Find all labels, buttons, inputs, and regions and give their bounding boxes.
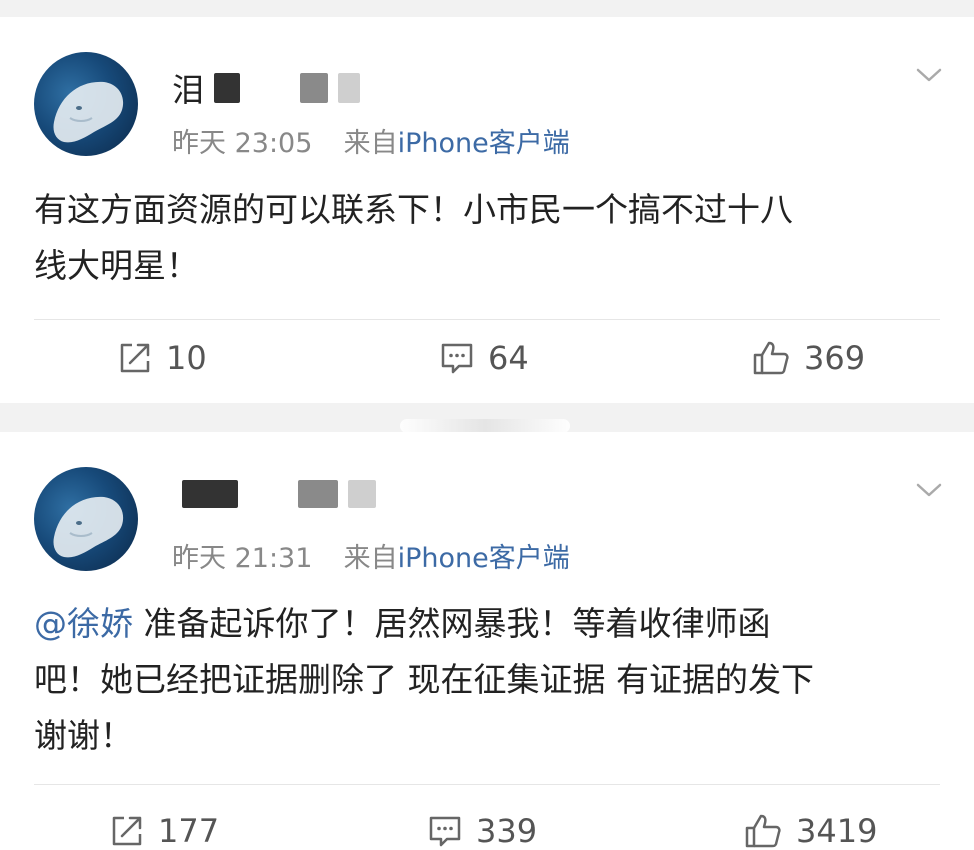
post-content: @徐娇 准备起诉你了！居然网暴我！等着收律师函 吧！她已经把证据删除了 现在征集… xyxy=(34,596,944,764)
comment-button[interactable]: 339 xyxy=(428,812,537,850)
source-prefix: 来自 xyxy=(343,543,398,574)
chevron-down-icon[interactable] xyxy=(916,67,942,83)
redacted-block xyxy=(298,480,338,508)
content-line: 有这方面资源的可以联系下！小市民一个搞不过十八 xyxy=(34,190,793,229)
content-text: 准备起诉你了！居然网暴我！等着收律师函 xyxy=(133,604,771,643)
post-time: 昨天 23:05 xyxy=(172,128,313,159)
content-line: @徐娇 准备起诉你了！居然网暴我！等着收律师函 xyxy=(34,596,944,652)
redacted-block xyxy=(300,73,329,103)
divider xyxy=(34,319,940,320)
avatar[interactable] xyxy=(34,52,138,156)
repost-icon xyxy=(120,343,150,373)
content-line: 吧！她已经把证据删除了 现在征集证据 有证据的发下 xyxy=(34,660,814,699)
beluga-avatar-image xyxy=(53,496,124,558)
redacted-block xyxy=(182,480,238,508)
comment-icon xyxy=(441,343,473,374)
post-content: 有这方面资源的可以联系下！小市民一个搞不过十八 线大明星！ xyxy=(34,182,944,294)
redacted-block xyxy=(348,480,376,508)
chevron-down-icon[interactable] xyxy=(916,482,942,498)
mention-link[interactable]: @徐娇 xyxy=(34,604,133,643)
repost-count: 10 xyxy=(166,339,207,377)
redacted-block xyxy=(338,73,361,103)
thumbs-up-icon xyxy=(745,814,781,848)
post-source[interactable]: iPhone客户端 xyxy=(398,543,570,574)
post-time: 昨天 21:31 xyxy=(172,543,313,574)
repost-button[interactable]: 10 xyxy=(118,339,207,377)
comment-button[interactable]: 64 xyxy=(440,339,529,377)
avatar[interactable] xyxy=(34,467,138,571)
comment-count: 339 xyxy=(476,812,538,850)
post-card-2: 昨天 21:31 来自iPhone客户端 @徐娇 准备起诉你了！居然网暴我！等着… xyxy=(0,432,974,850)
post-meta: 昨天 21:31 来自iPhone客户端 xyxy=(172,536,570,575)
repost-icon xyxy=(112,816,142,846)
username[interactable] xyxy=(172,480,376,508)
repost-button[interactable]: 177 xyxy=(110,812,219,850)
like-count: 3419 xyxy=(796,812,878,850)
like-button[interactable]: 369 xyxy=(752,339,865,377)
username[interactable]: 泪 xyxy=(172,65,361,111)
comment-count: 64 xyxy=(488,339,529,377)
post-source[interactable]: iPhone客户端 xyxy=(398,128,570,159)
like-button[interactable]: 3419 xyxy=(744,812,877,850)
like-count: 369 xyxy=(804,339,866,377)
content-line: 谢谢！ xyxy=(34,716,133,755)
content-line: 线大明星！ xyxy=(34,246,199,285)
thumbs-up-icon xyxy=(753,341,789,375)
post-card-1: 泪 昨天 23:05 来自iPhone客户端 有这方面资源的可以联系下！小市民一… xyxy=(0,17,974,403)
beluga-avatar-image xyxy=(53,81,124,143)
comment-icon xyxy=(429,816,461,847)
repost-count: 177 xyxy=(158,812,220,850)
username-text[interactable]: 泪 xyxy=(172,65,204,111)
divider xyxy=(34,784,940,785)
watermark-smudge xyxy=(400,419,570,433)
redacted-block xyxy=(214,73,241,103)
post-meta: 昨天 23:05 来自iPhone客户端 xyxy=(172,121,570,160)
source-prefix: 来自 xyxy=(343,128,398,159)
